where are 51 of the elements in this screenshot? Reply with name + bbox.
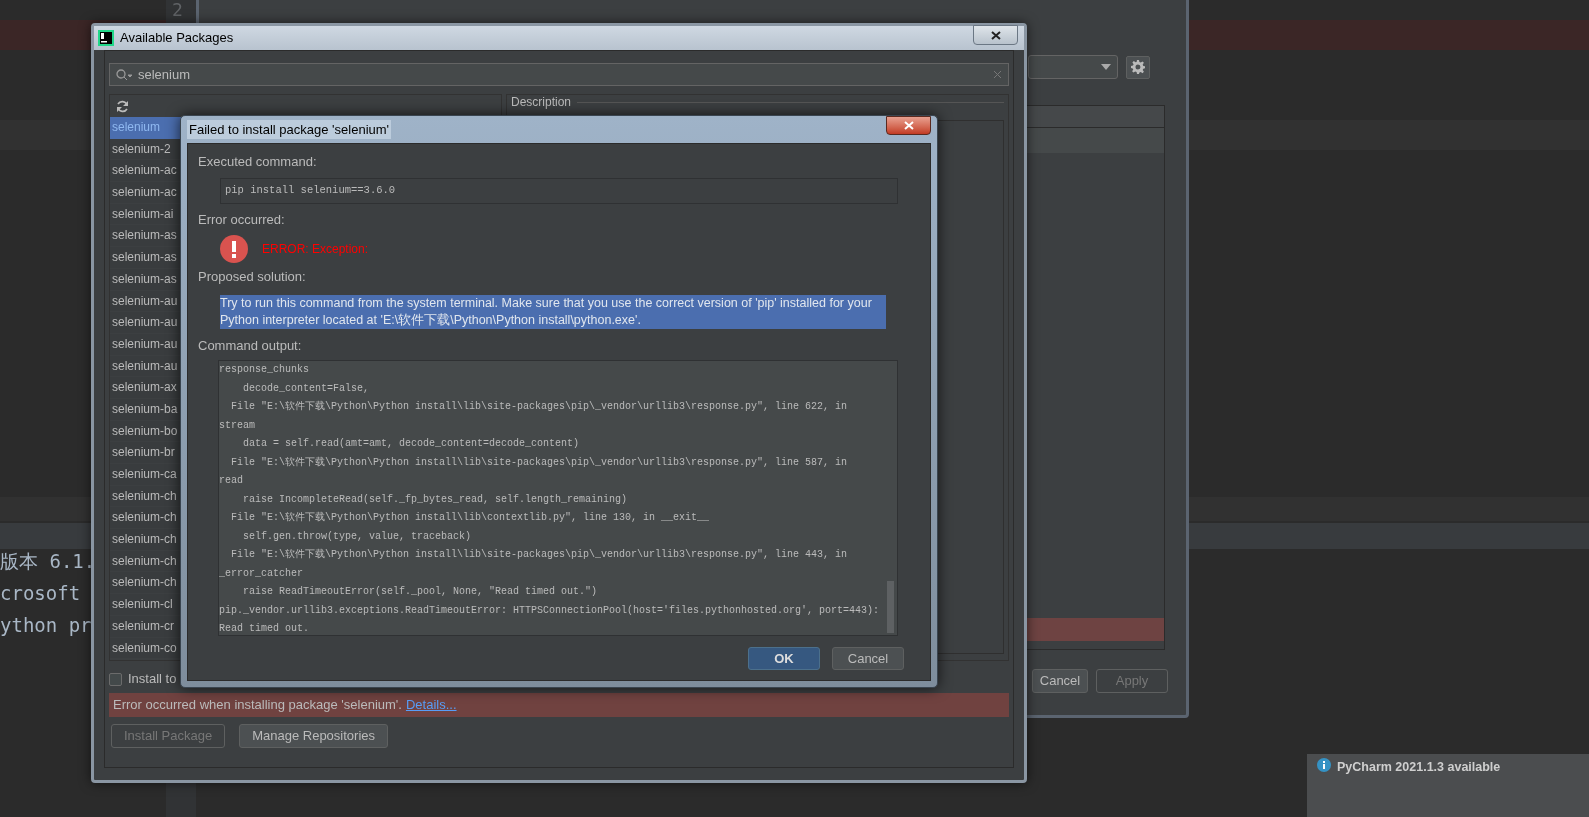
close-icon — [903, 121, 914, 130]
command-text: pip install selenium==3.6.0 — [225, 182, 396, 198]
info-icon — [1317, 758, 1331, 772]
output-line: raise ReadTimeoutError(self._pool, None, "Read timed out.") — [242, 585, 599, 599]
section-label: Executed command: — [198, 153, 318, 171]
close-button[interactable] — [886, 116, 931, 135]
output-line: File "E:\软件下载\Python\Python install\lib\site-packages\pip\_vendor\urllib3\response.py", line 622, in — [230, 400, 849, 414]
settings-button[interactable] — [1126, 55, 1150, 79]
app-icon — [98, 30, 114, 46]
notification-title: PyCharm 2021.1.3 available — [1337, 759, 1501, 776]
code-line: crosoft — [0, 582, 82, 604]
manage-repositories-button[interactable]: Manage Repositories — [239, 724, 389, 748]
section-label: Command output: — [198, 336, 303, 355]
error-text: ERROR: Exception: — [262, 241, 369, 258]
search-icon — [116, 68, 132, 81]
gear-icon — [1131, 60, 1145, 74]
output-line: self.gen.throw(type, value, traceback) — [242, 529, 473, 544]
output-line: stream — [219, 418, 256, 433]
close-button[interactable] — [973, 25, 1018, 45]
output-line: Read timed out. — [219, 622, 310, 635]
section-label: Proposed solution: — [198, 268, 307, 286]
window-title: Available Packages — [120, 29, 234, 48]
output-line: raise IncompleteRead(self._fp_bytes_read, self.length_remaining) — [242, 492, 629, 507]
output-line: response_chunks — [219, 363, 310, 377]
checkbox-label: Install to — [128, 670, 177, 689]
output-line: read — [219, 474, 244, 488]
error-message: Error occurred when installing package 'selenium'. — [113, 696, 402, 715]
output-line: File "E:\软件下载\Python\Python install\lib\site-packages\pip\_vendor\urllib3\response.py", line 587, in — [230, 455, 849, 470]
solution-text: Try to run this command from the system terminal. Make sure that you use the correct version of 'pip' installed for your Python interpreter located at 'E:\软件下载\Python\Python install\python.exe'. — [220, 294, 886, 329]
close-icon — [990, 30, 1001, 40]
description-label: Description — [511, 95, 572, 110]
scrollbar-thumb[interactable] — [887, 581, 894, 633]
output-line: _error_catcher — [219, 566, 304, 581]
section-label: Error occurred: — [198, 210, 286, 229]
checkbox[interactable] — [109, 672, 122, 686]
cancel-button[interactable]: Cancel — [1032, 669, 1088, 693]
dialog-title: Failed to install package 'selenium' — [187, 119, 392, 140]
output-line: pip._vendor.urllib3.exceptions.ReadTimeoutError: HTTPSConnectionPool(host='files.pythonhosted.org', port=443): — [219, 603, 881, 618]
output-line: data = self.read(amt=amt, decode_content=decode_content) — [242, 437, 581, 451]
dropdown-arrow-icon — [1101, 64, 1111, 70]
search-field[interactable]: selenium — [109, 63, 1009, 86]
ok-button[interactable]: OK — [748, 647, 820, 670]
output-line: File "E:\软件下载\Python\Python install\lib\site-packages\pip\_vendor\urllib3\response.py", line 443, in — [230, 548, 849, 562]
code-line: ython pr — [0, 614, 93, 636]
refresh-icon[interactable] — [116, 99, 129, 113]
error-icon — [220, 235, 248, 263]
code-line: 版本 6.1. — [0, 550, 96, 572]
details-link[interactable]: Details... — [405, 695, 457, 715]
cancel-button[interactable]: Cancel — [832, 647, 904, 670]
output-line: File "E:\软件下载\Python\Python install\lib\contextlib.py", line 130, in __exit__ — [230, 511, 711, 525]
output-line: decode_content=False, — [242, 381, 371, 396]
